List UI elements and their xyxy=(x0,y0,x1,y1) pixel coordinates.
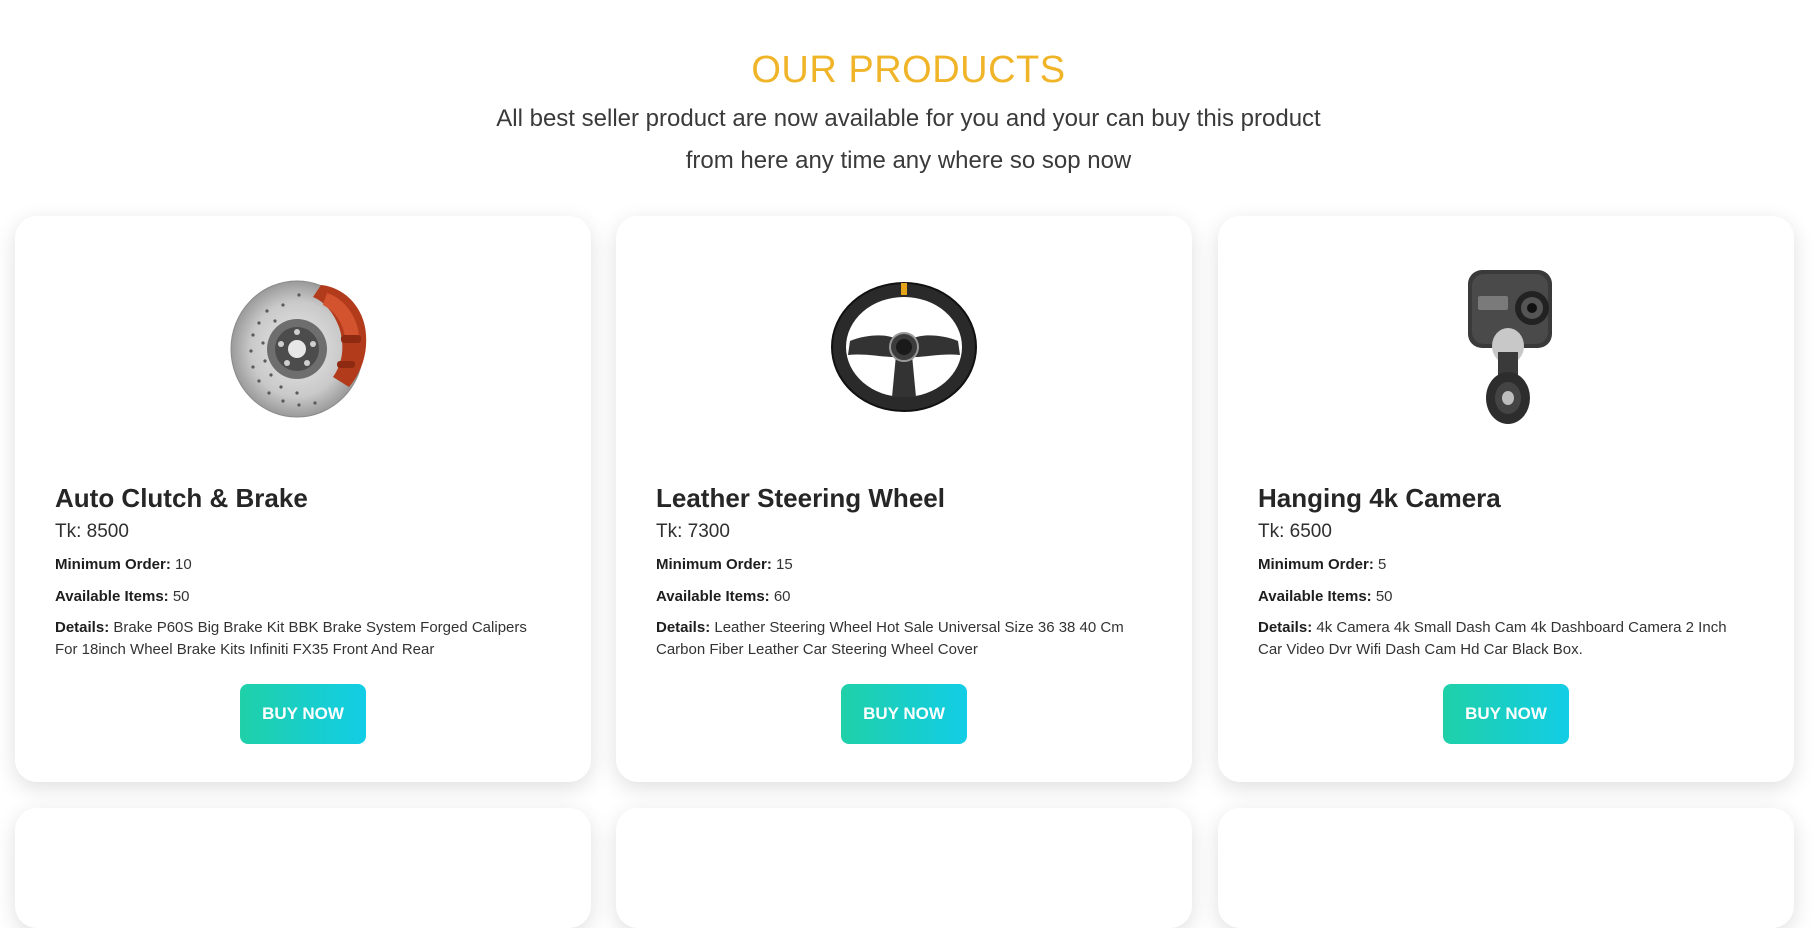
product-price: Tk: 7300 xyxy=(656,521,730,542)
available-label: Available Items: xyxy=(656,588,770,605)
min-order-label: Minimum Order: xyxy=(656,556,772,573)
available-value: 50 xyxy=(1375,588,1393,605)
page-subtitle: All best seller product are now availabl… xyxy=(496,105,1321,174)
details-value: 4k Camera 4k Small Dash Cam 4k Dashboard… xyxy=(1258,619,1727,658)
product-name: Hanging 4k Camera xyxy=(1258,483,1501,513)
page-title: OUR PRODUCTS xyxy=(751,49,1066,91)
min-order-row: Minimum Order: 5 xyxy=(1258,553,1754,576)
product-image xyxy=(616,260,1192,430)
buy-now-button[interactable]: BUY NOW xyxy=(1443,684,1569,744)
details-label: Details: xyxy=(656,619,711,636)
steering-wheel-icon xyxy=(831,282,977,412)
min-order-value: 15 xyxy=(776,556,793,573)
details-label: Details: xyxy=(55,619,110,636)
product-card: Hanging 4k Camera Tk: 6500 Minimum Order… xyxy=(1218,216,1794,782)
details-row: Details: 4k Camera 4k Small Dash Cam 4k … xyxy=(1258,617,1754,661)
product-image xyxy=(1218,260,1794,430)
min-order-label: Minimum Order: xyxy=(1258,556,1374,573)
details-label: Details: xyxy=(1258,619,1313,636)
min-order-row: Minimum Order: 10 xyxy=(55,553,551,576)
product-card: Leather Steering Wheel Tk: 7300 Minimum … xyxy=(616,216,1192,782)
details-row: Details: Leather Steering Wheel Hot Sale… xyxy=(656,617,1152,661)
available-label: Available Items: xyxy=(55,588,169,605)
details-value: Leather Steering Wheel Hot Sale Universa… xyxy=(656,619,1124,658)
product-card-next-row xyxy=(1218,808,1794,928)
available-row: Available Items: 50 xyxy=(1258,585,1754,608)
product-card-next-row xyxy=(616,808,1192,928)
product-card-next-row xyxy=(15,808,591,928)
available-label: Available Items: xyxy=(1258,588,1372,605)
available-value: 60 xyxy=(773,588,791,605)
products-header: OUR PRODUCTS All best seller product are… xyxy=(0,46,1817,182)
buy-now-button[interactable]: BUY NOW xyxy=(240,684,366,744)
min-order-row: Minimum Order: 15 xyxy=(656,553,1152,576)
available-value: 50 xyxy=(172,588,190,605)
product-price: Tk: 8500 xyxy=(55,521,129,542)
available-row: Available Items: 60 xyxy=(656,585,1152,608)
product-image xyxy=(15,260,591,430)
product-name: Auto Clutch & Brake xyxy=(55,483,308,513)
min-order-value: 5 xyxy=(1378,556,1387,573)
product-price: Tk: 6500 xyxy=(1258,521,1332,542)
buy-now-button[interactable]: BUY NOW xyxy=(841,684,967,744)
min-order-value: 10 xyxy=(175,556,192,573)
product-card: Auto Clutch & Brake Tk: 8500 Minimum Ord… xyxy=(15,216,591,782)
brake-disc-icon xyxy=(230,280,367,418)
available-row: Available Items: 50 xyxy=(55,585,551,608)
min-order-label: Minimum Order: xyxy=(55,556,171,573)
details-value: Brake P60S Big Brake Kit BBK Brake Syste… xyxy=(55,619,527,658)
product-name: Leather Steering Wheel xyxy=(656,483,945,513)
details-row: Details: Brake P60S Big Brake Kit BBK Br… xyxy=(55,617,551,661)
dash-camera-icon xyxy=(1468,270,1552,424)
